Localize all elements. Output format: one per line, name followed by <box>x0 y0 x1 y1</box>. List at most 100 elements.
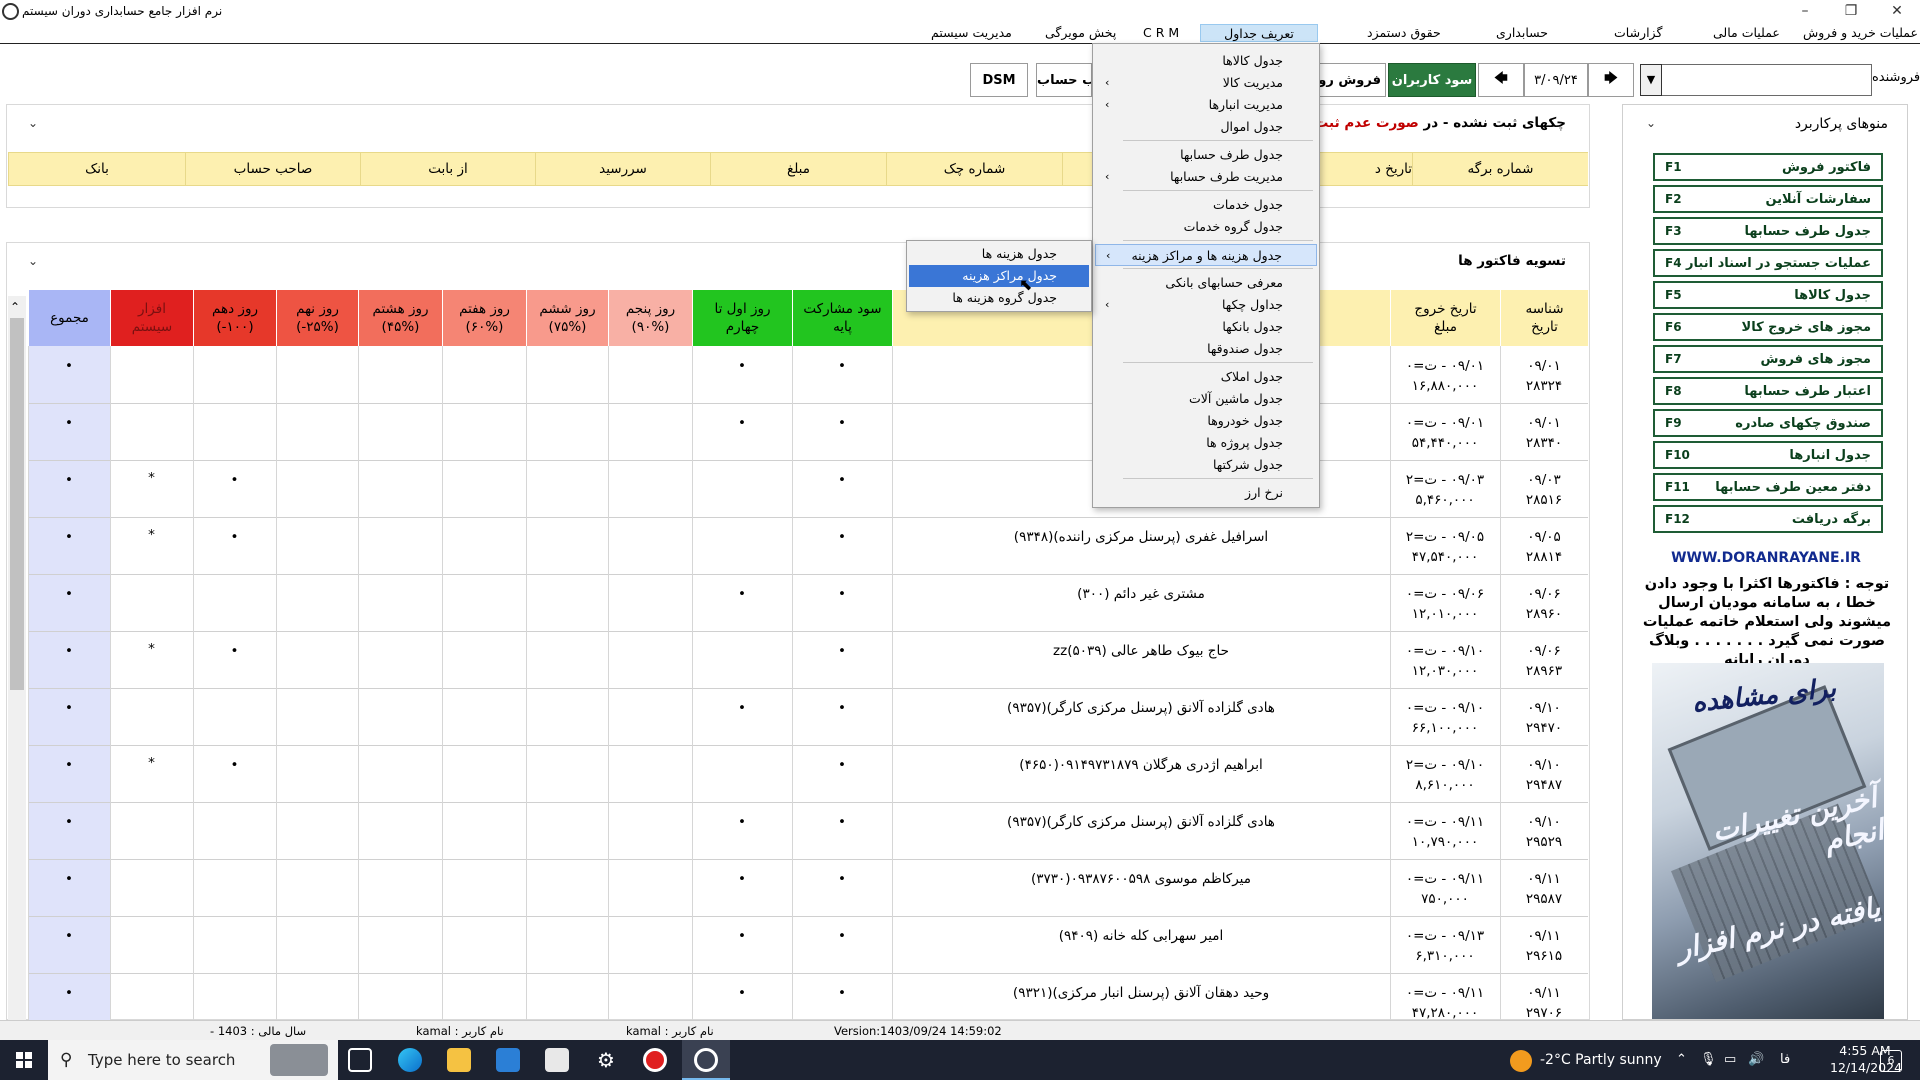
col-amount[interactable]: مبلغ <box>710 152 886 186</box>
col-day1-4[interactable]: روز اول تا چهارم <box>692 290 792 346</box>
col-day8[interactable]: روز هشتم (۴۵%) <box>358 290 442 346</box>
seller-combobox[interactable] <box>1640 64 1872 96</box>
menu-system-management[interactable]: مدیریت سیستم <box>925 24 1018 42</box>
table-row[interactable] <box>28 460 1588 517</box>
language-indicator[interactable]: فا <box>1780 1052 1790 1067</box>
quick-menu-item[interactable]: صندوق چکهای صادره F9 <box>1653 409 1883 437</box>
table-row[interactable] <box>28 346 1588 403</box>
define-tables-menu-item[interactable]: جدول کالاها <box>1095 50 1317 72</box>
next-date-button[interactable]: 🡆 <box>1588 63 1634 97</box>
define-tables-menu-item[interactable]: جدول طرف حسابها <box>1095 144 1317 166</box>
website-link[interactable]: WWW.DORANRAYANE.IR <box>1628 550 1904 566</box>
col-day10[interactable]: روز دهم (۱۰۰-) <box>193 290 276 346</box>
quick-menu-item[interactable]: عملیات جستجو در اسناد انبار F4 <box>1653 249 1883 277</box>
quick-menu-item[interactable]: جدول کالاها F5 <box>1653 281 1883 309</box>
menu-distribution[interactable]: پخش مویرگی <box>1039 24 1122 42</box>
define-tables-menu-item[interactable]: مدیریت کالا › <box>1095 72 1317 94</box>
menu-payroll[interactable]: حقوق دستمزد <box>1361 24 1447 42</box>
account-button[interactable]: ب حساب <box>1036 63 1092 97</box>
col-exit-amount[interactable]: تاریخ خروج مبلغ <box>1390 290 1500 346</box>
quick-menu-item[interactable]: سفارشات آنلاین F2 <box>1653 185 1883 213</box>
chevron-down-icon[interactable]: ⌄ <box>1646 116 1656 130</box>
quick-menu-item[interactable]: جدول انبارها F10 <box>1653 441 1883 469</box>
col-receive-date[interactable]: تاریخ د <box>1316 152 1412 186</box>
table-row[interactable] <box>28 403 1588 460</box>
minimize-button[interactable]: – <box>1782 0 1828 22</box>
define-tables-menu-item[interactable]: جدول ماشین آلات <box>1095 388 1317 410</box>
define-tables-menu-item[interactable]: جدول املاک <box>1095 366 1317 388</box>
task-view-icon[interactable] <box>348 1048 372 1072</box>
define-tables-menu-item[interactable]: جدول اموال <box>1095 116 1317 138</box>
define-tables-menu-item[interactable]: جدول خودروها <box>1095 410 1317 432</box>
dsm-button[interactable]: DSM <box>970 63 1028 97</box>
table-row[interactable] <box>28 688 1588 745</box>
col-sheet-number[interactable]: شماره برگه <box>1412 152 1588 186</box>
col-account-holder[interactable]: صاحب حساب <box>185 152 360 186</box>
define-tables-menu-item[interactable]: مدیریت طرف حسابها › <box>1095 166 1317 188</box>
menu-define-tables[interactable]: تعریف جداول <box>1200 24 1318 42</box>
col-beyond[interactable]: افزار سیستم <box>110 290 193 346</box>
define-tables-menu-item[interactable]: جدول شرکتها <box>1095 454 1317 476</box>
settings-icon[interactable]: ⚙ <box>594 1048 618 1072</box>
daily-sales-button[interactable]: فروش روز <box>1318 63 1386 97</box>
volume-icon[interactable]: 🔊 <box>1748 1052 1764 1067</box>
define-tables-menu-item[interactable]: جدول پروژه ها <box>1095 432 1317 454</box>
col-total[interactable]: مجموع <box>28 290 110 346</box>
define-tables-menu-item[interactable]: جدول بانکها <box>1095 316 1317 338</box>
table-row[interactable] <box>28 631 1588 688</box>
quick-menu-item[interactable]: مجوز های خروج کالا F6 <box>1653 313 1883 341</box>
col-id-date[interactable]: شناسه تاریخ <box>1500 290 1588 346</box>
col-check-number[interactable]: شماره چک <box>886 152 1062 186</box>
table-row[interactable] <box>28 916 1588 973</box>
define-tables-menu-item[interactable]: مدیریت انبارها › <box>1095 94 1317 116</box>
close-button[interactable]: ✕ <box>1874 0 1920 22</box>
quick-menu-item[interactable]: فاکتور فروش F1 <box>1653 153 1883 181</box>
col-day5[interactable]: روز پنجم (۹۰%) <box>608 290 692 346</box>
quick-menu-item[interactable]: مجوز های فروش F7 <box>1653 345 1883 373</box>
quick-menu-item[interactable]: اعتبار طرف حسابها F8 <box>1653 377 1883 405</box>
date-field[interactable]: ۳/۰۹/۲۴ <box>1524 63 1588 97</box>
col-day9[interactable]: روز نهم (۲۵%-) <box>276 290 358 346</box>
table-row[interactable] <box>28 802 1588 859</box>
col-day7[interactable]: روز هفتم (۶۰%) <box>442 290 526 346</box>
users-profit-button[interactable]: سود کاربران <box>1388 63 1476 97</box>
menu-accounting[interactable]: حسابداری <box>1490 24 1554 42</box>
menu-sales-purchase[interactable]: عملیات خرید و فروش <box>1797 24 1920 42</box>
define-tables-menu-item[interactable]: جدول صندوقها <box>1095 338 1317 360</box>
col-day6[interactable]: روز ششم (۷۵%) <box>526 290 608 346</box>
microphone-icon[interactable]: 🎙 <box>1700 1052 1717 1067</box>
quick-menu-item[interactable]: برگه دریافت F12 <box>1653 505 1883 533</box>
define-tables-menu-item[interactable]: جدول خدمات <box>1095 194 1317 216</box>
menu-financial[interactable]: عملیات مالی <box>1707 24 1786 42</box>
chevron-down-icon[interactable]: ▼ <box>1640 64 1662 96</box>
define-tables-menu-item[interactable]: جداول چکها › <box>1095 294 1317 316</box>
define-tables-menu-item[interactable]: جدول هزینه ها و مراکز هزینه › <box>1095 244 1317 266</box>
mail-icon[interactable] <box>545 1048 569 1072</box>
network-icon[interactable]: ▭ <box>1724 1052 1736 1067</box>
notification-icon[interactable]: 6 <box>1880 1050 1902 1072</box>
define-tables-menu-item[interactable]: نرخ ارز <box>1095 482 1317 504</box>
table-row[interactable] <box>28 859 1588 916</box>
chevron-down-icon[interactable]: ⌄ <box>28 254 38 268</box>
col-regarding[interactable]: از بابت <box>360 152 535 186</box>
col-bank[interactable]: بانک <box>8 152 185 186</box>
menu-reports[interactable]: گزارشات <box>1608 24 1668 42</box>
col-due-date[interactable]: سررسید <box>535 152 710 186</box>
quick-menu-item[interactable]: جدول طرف حسابها F3 <box>1653 217 1883 245</box>
cost-submenu-item[interactable]: جدول هزینه ها <box>909 243 1089 265</box>
table-row[interactable] <box>28 574 1588 631</box>
weather-icon[interactable] <box>1510 1050 1532 1072</box>
table-row[interactable] <box>28 745 1588 802</box>
maximize-button[interactable]: ❐ <box>1828 0 1874 22</box>
prev-date-button[interactable]: 🡄 <box>1478 63 1524 97</box>
scrollbar-thumb[interactable] <box>10 318 24 690</box>
define-tables-menu-item[interactable]: معرفی حسابهای بانکی <box>1095 272 1317 294</box>
windows-start-button[interactable] <box>0 1040 48 1080</box>
accounting-app-icon[interactable] <box>694 1048 718 1072</box>
cost-submenu-item[interactable]: جدول گروه هزینه ها <box>909 287 1089 309</box>
chevron-up-icon[interactable]: ⌃ <box>1676 1052 1687 1067</box>
cost-submenu-item[interactable]: جدول مراکز هزینه <box>909 265 1089 287</box>
define-tables-menu-item[interactable]: جدول گروه خدمات <box>1095 216 1317 238</box>
changelog-banner-image[interactable]: برای مشاهده آخرین تغییرات انجام یافته در… <box>1652 663 1884 1019</box>
store-icon[interactable] <box>496 1048 520 1072</box>
